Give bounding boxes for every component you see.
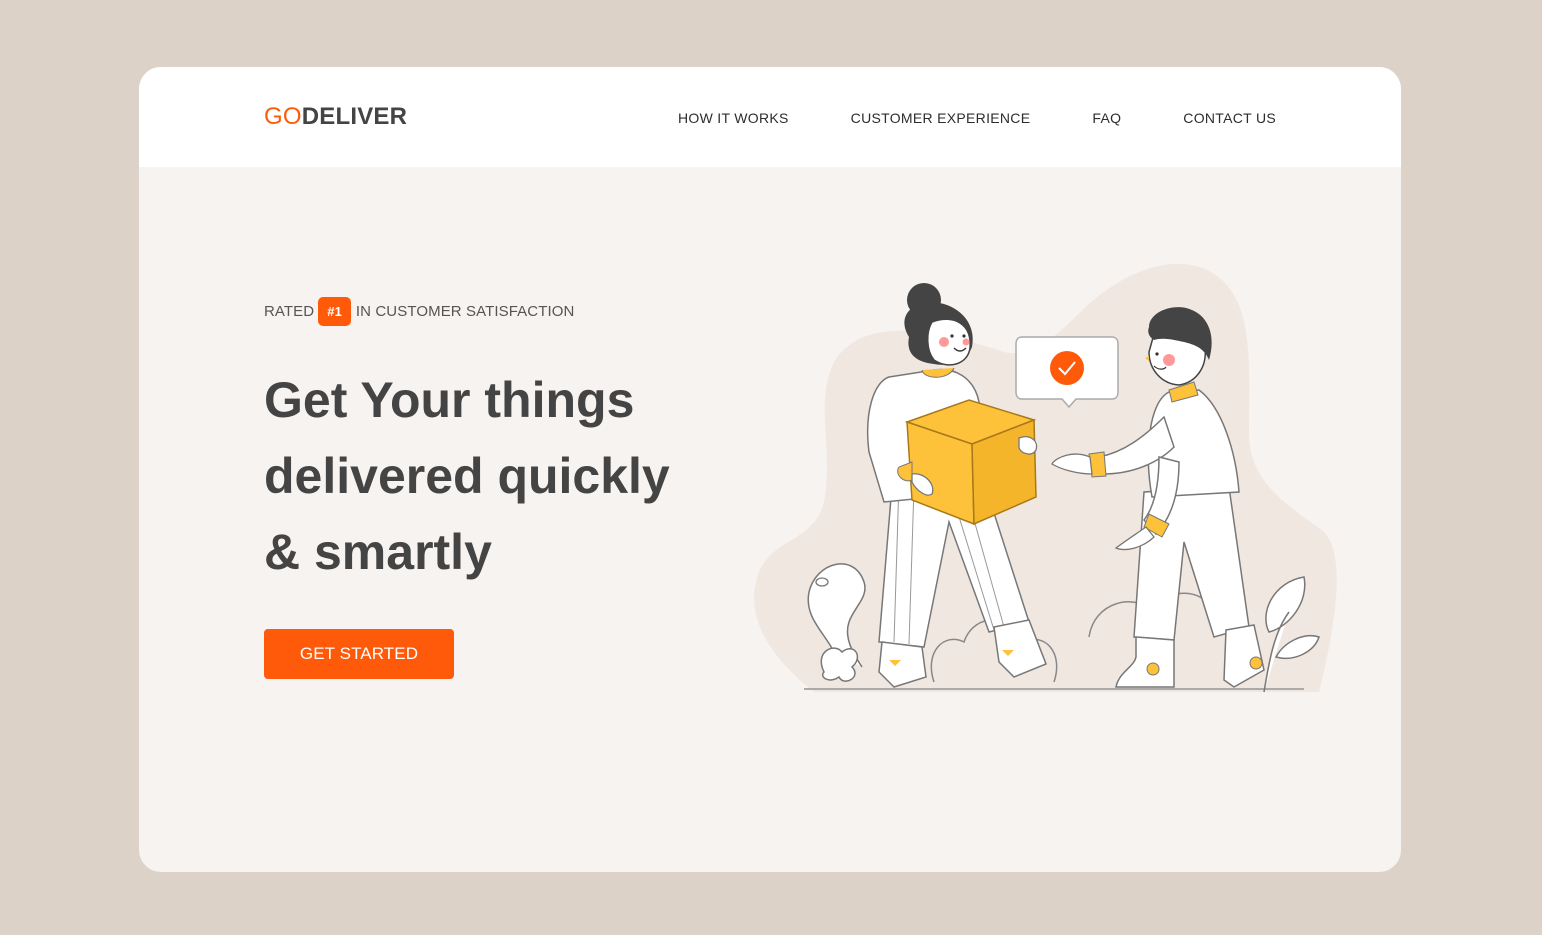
get-started-button[interactable]: GET STARTED xyxy=(264,629,454,679)
headline-line-1: Get Your things xyxy=(264,372,635,428)
rated-prefix: RATED xyxy=(264,303,315,320)
logo[interactable]: GODELIVER xyxy=(264,103,407,131)
nav-how-it-works[interactable]: HOW IT WORKS xyxy=(678,110,789,126)
nav-contact-us[interactable]: CONTACT US xyxy=(1183,110,1276,126)
rating-tagline: RATED #1 IN CUSTOMER SATISFACTION xyxy=(264,297,574,326)
logo-deliver: DELIVER xyxy=(301,103,408,130)
check-circle-icon xyxy=(1015,336,1119,409)
logo-go: GO xyxy=(264,103,302,130)
nav-faq[interactable]: FAQ xyxy=(1092,110,1121,126)
site-header: GODELIVER HOW IT WORKS CUSTOMER EXPERIEN… xyxy=(139,67,1401,167)
headline-line-2: delivered quickly xyxy=(264,448,670,504)
nav-customer-experience[interactable]: CUSTOMER EXPERIENCE xyxy=(851,110,1031,126)
main-nav: HOW IT WORKS CUSTOMER EXPERIENCE FAQ CON… xyxy=(678,110,1276,126)
landing-card: GODELIVER HOW IT WORKS CUSTOMER EXPERIEN… xyxy=(139,67,1401,872)
headline-line-3: & smartly xyxy=(264,524,492,580)
rank-badge: #1 xyxy=(318,297,351,326)
rated-suffix: IN CUSTOMER SATISFACTION xyxy=(355,303,575,320)
hero-headline: Get Your things delivered quickly & smar… xyxy=(264,362,734,590)
delivery-handoff-illustration xyxy=(754,263,1337,693)
